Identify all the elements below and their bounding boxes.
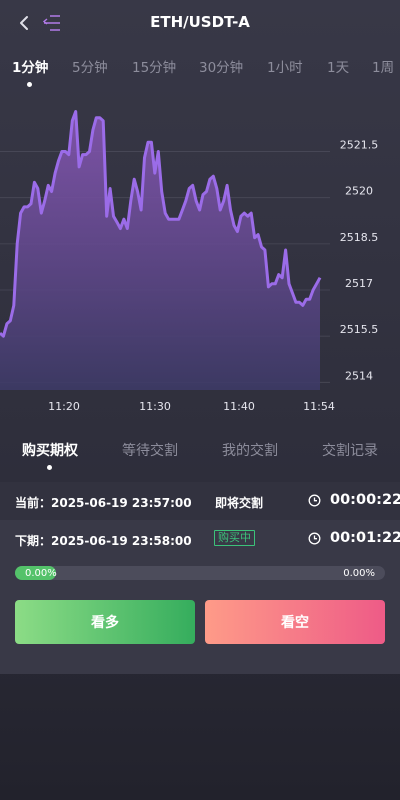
timeframe-tabs: 1分钟 5分钟 15分钟 30分钟 1小时 1天 1周 (0, 56, 400, 90)
clock-icon (308, 494, 321, 507)
next-countdown: 00:01:22 (330, 530, 400, 546)
y-tick-label: 2517 (345, 277, 373, 290)
header: ETH/USDT-A (0, 0, 400, 46)
current-period-label: 当前：2025-06-19 23:57:00 (15, 496, 192, 510)
next-period-label: 下期：2025-06-19 23:58:00 (15, 534, 192, 548)
tab-buy-option[interactable]: 购买期权 (22, 440, 78, 460)
x-tick-label: 11:30 (139, 400, 171, 413)
tab-my-delivery[interactable]: 我的交割 (222, 440, 278, 460)
tab-1day[interactable]: 1天 (327, 56, 349, 76)
short-percent: 0.00% (343, 568, 375, 579)
option-tabs: 购买期权 等待交割 我的交割 交割记录 (0, 440, 400, 474)
current-status: 即将交割 (215, 496, 264, 510)
x-tick-label: 11:40 (223, 400, 255, 413)
price-chart[interactable]: 2514 2515.5 2517 2518.5 2520 2521.5 11:20 11:3… (0, 90, 400, 420)
y-tick-label: 2521.5 (340, 139, 379, 152)
tab-15min[interactable]: 15分钟 (132, 56, 176, 76)
tab-1week[interactable]: 1周 (372, 56, 394, 76)
y-tick-label: 2514 (345, 369, 373, 382)
price-area (0, 111, 320, 390)
buying-status-badge: 购买中 (214, 530, 255, 546)
buy-short-button[interactable]: 看空 (205, 600, 385, 644)
x-tick-label: 11:20 (48, 400, 80, 413)
page-title: ETH/USDT-A (150, 13, 250, 31)
trade-panel: 当前：2025-06-19 23:57:00 即将交割 00:00:22 下期：… (0, 482, 400, 674)
tab-waiting-delivery[interactable]: 等待交割 (122, 440, 178, 460)
y-tick-label: 2518.5 (340, 231, 379, 244)
active-tab-indicator (27, 82, 32, 87)
long-short-progress-bar: 0.00% 0.00% (15, 566, 385, 580)
tab-delivery-records[interactable]: 交割记录 (322, 440, 378, 460)
current-countdown: 00:00:22 (330, 492, 400, 508)
tab-1hour[interactable]: 1小时 (267, 56, 303, 76)
tab-1min[interactable]: 1分钟 (12, 56, 48, 76)
active-option-tab-indicator (47, 465, 52, 470)
long-percent: 0.00% (25, 568, 57, 579)
y-tick-label: 2515.5 (340, 323, 379, 336)
buy-long-button[interactable]: 看多 (15, 600, 195, 644)
tab-5min[interactable]: 5分钟 (72, 56, 108, 76)
current-period-row: 当前：2025-06-19 23:57:00 即将交割 00:00:22 (0, 482, 400, 520)
next-period-row: 下期：2025-06-19 23:58:00 购买中 00:01:22 (0, 520, 400, 558)
tab-30min[interactable]: 30分钟 (199, 56, 243, 76)
x-tick-label: 11:54 (303, 400, 335, 413)
y-tick-label: 2520 (345, 185, 373, 198)
clock-icon (308, 532, 321, 545)
